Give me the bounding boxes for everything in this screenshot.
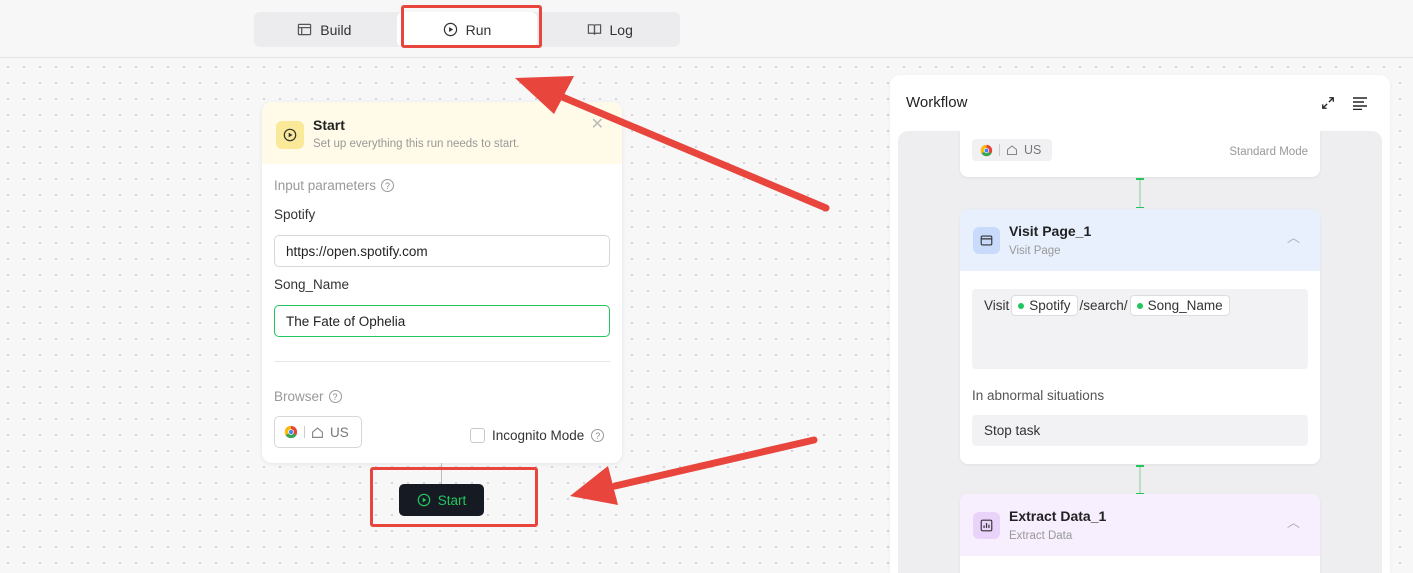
visit-page-subtitle: Visit Page — [1009, 245, 1061, 257]
help-icon[interactable]: ? — [591, 429, 605, 442]
incognito-checkbox[interactable] — [470, 428, 485, 443]
extract-data-header: Extract Data_1 Extract Data ︿ — [960, 494, 1320, 556]
start-button[interactable]: Start — [399, 484, 484, 516]
field-label-spotify: Spotify — [274, 207, 316, 222]
chrome-icon — [980, 144, 993, 156]
visit-page-title: Visit Page_1 — [1009, 223, 1092, 239]
mode-tabs: Build Run Log — [254, 12, 680, 47]
help-icon[interactable]: ? — [328, 390, 342, 403]
extract-data-title: Extract Data_1 — [1009, 508, 1107, 524]
book-icon — [587, 24, 601, 35]
visit-word: Visit — [984, 298, 1010, 313]
top-bar: Build Run Log — [0, 0, 1413, 58]
browser-selector[interactable]: US — [274, 416, 362, 448]
spotify-url-input[interactable]: https://open.spotify.com — [274, 235, 610, 267]
variable-dot — [1136, 302, 1143, 309]
chevron-up-icon[interactable]: ︿ — [1287, 512, 1300, 531]
browser-label: Browser — [274, 389, 324, 404]
start-panel: Start Set up everything this run needs t… — [262, 102, 622, 463]
close-icon[interactable]: ✕ — [591, 114, 604, 134]
workflow-panel: Workflow US Standard Mode Visit Page_1 V… — [890, 75, 1390, 573]
song-name-input[interactable]: The Fate of Ophelia — [274, 305, 610, 337]
visit-url-editor[interactable]: Visit Spotify /search/ Song_Name — [972, 289, 1308, 369]
incognito-label: Incognito Mode — [492, 428, 585, 443]
variable-chip-song-name[interactable]: Song_Name — [1129, 295, 1230, 316]
play-circle-icon — [417, 493, 431, 507]
step-connector — [1136, 465, 1144, 494]
separator — [999, 144, 1000, 156]
visit-page-card[interactable]: Visit Page_1 Visit Page ︿ Visit Spotify … — [960, 209, 1320, 464]
tab-run[interactable]: Run — [396, 12, 538, 47]
variable-name: Song_Name — [1147, 297, 1223, 313]
abnormal-situations-label: In abnormal situations — [972, 388, 1105, 403]
visit-page-header: Visit Page_1 Visit Page ︿ — [960, 209, 1320, 271]
browser-region-chip: US — [972, 139, 1052, 161]
start-panel-subtitle: Set up everything this run needs to star… — [313, 138, 520, 150]
connector-line — [441, 463, 442, 485]
input-parameters-heading: Input parameters ? — [274, 178, 395, 193]
divider — [274, 361, 610, 362]
start-panel-header: Start Set up everything this run needs t… — [262, 102, 622, 164]
home-icon — [312, 426, 323, 438]
workflow-title: Workflow — [906, 94, 968, 111]
tab-run-label: Run — [465, 21, 492, 38]
chevron-up-icon[interactable]: ︿ — [1287, 227, 1300, 246]
variable-name: Spotify — [1029, 297, 1071, 313]
chrome-icon — [284, 425, 298, 439]
separator — [304, 426, 305, 438]
outline-list-icon[interactable] — [1352, 96, 1368, 110]
incognito-option[interactable]: Incognito Mode ? — [470, 428, 605, 443]
start-panel-title: Start — [313, 117, 345, 133]
play-circle-icon — [276, 121, 304, 149]
expand-icon[interactable] — [1321, 96, 1335, 110]
tab-log-label: Log — [609, 21, 633, 38]
home-icon — [1006, 145, 1018, 156]
tab-log[interactable]: Log — [539, 12, 680, 47]
input-parameters-label: Input parameters — [274, 178, 377, 193]
browser-window-icon — [973, 227, 1000, 254]
play-circle-icon — [443, 22, 457, 37]
tab-build[interactable]: Build — [254, 12, 395, 47]
mode-label: Standard Mode — [1229, 146, 1308, 158]
variable-dot — [1018, 302, 1025, 309]
extract-data-card[interactable]: Extract Data_1 Extract Data ︿ — [960, 494, 1320, 573]
workflow-steps: US Standard Mode Visit Page_1 Visit Page… — [898, 131, 1382, 573]
build-icon — [298, 23, 312, 36]
browser-step-card[interactable]: US Standard Mode — [960, 131, 1320, 177]
abnormal-action-select[interactable]: Stop task — [972, 415, 1308, 446]
step-connector — [1136, 178, 1144, 208]
variable-chip-spotify[interactable]: Spotify — [1011, 295, 1078, 316]
help-icon[interactable]: ? — [381, 179, 395, 192]
tab-build-label: Build — [320, 21, 352, 38]
browser-heading: Browser ? — [274, 389, 342, 404]
bar-chart-icon — [973, 512, 1000, 539]
field-label-song-name: Song_Name — [274, 277, 350, 292]
url-path: /search/ — [1079, 298, 1128, 313]
workflow-region: US — [1024, 143, 1042, 157]
browser-region: US — [330, 424, 349, 440]
start-button-label: Start — [437, 492, 467, 508]
extract-data-subtitle: Extract Data — [1009, 530, 1073, 542]
